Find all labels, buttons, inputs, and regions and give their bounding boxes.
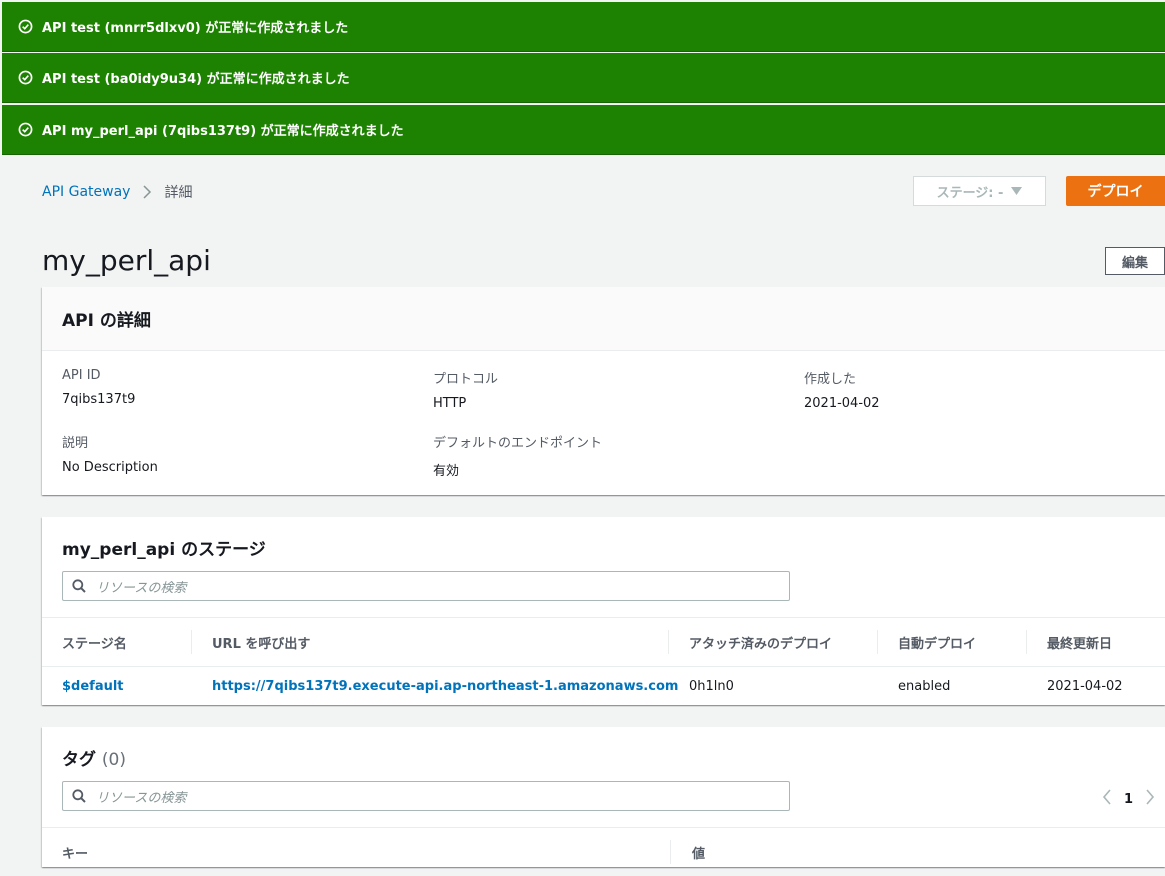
column-attached-deployment[interactable]: アタッチ済みのデプロイ (689, 618, 832, 666)
field-description: 説明 No Description (62, 432, 158, 475)
table-divider (42, 827, 1165, 828)
deploy-button[interactable]: デプロイ (1066, 176, 1165, 206)
search-icon (72, 579, 86, 593)
field-label: プロトコル (433, 372, 499, 387)
column-stage-name[interactable]: ステージ名 (62, 618, 127, 666)
field-default-endpoint: デフォルトのエンドポイント 有効 (433, 432, 602, 479)
flash-success-1: API test (mnrr5dlxv0) が正常に作成されました (2, 2, 1165, 52)
search-icon (72, 789, 86, 803)
search-placeholder: リソースの検索 (96, 580, 187, 596)
page-number[interactable]: 1 (1124, 792, 1133, 807)
stage-name-link[interactable]: $default (62, 679, 124, 694)
table-divider (42, 617, 1165, 618)
pagination: 1 (1102, 789, 1155, 809)
field-value: 7qibs137t9 (62, 392, 136, 407)
last-updated: 2021-04-02 (1047, 678, 1123, 694)
page-title: my_perl_api (42, 244, 211, 277)
invoke-url-link[interactable]: https://7qibs137t9.execute-api.ap-northe… (212, 679, 678, 694)
column-key[interactable]: キー (62, 828, 88, 876)
column-divider (668, 630, 669, 654)
field-label: 説明 (62, 436, 89, 451)
flash-message: API test (ba0idy9u34) が正常に作成されました (42, 72, 350, 87)
breadcrumb: API Gateway 詳細 (42, 182, 192, 202)
field-value: HTTP (433, 396, 467, 411)
api-details-title: API の詳細 (42, 287, 1165, 351)
stages-search-input[interactable]: リソースの検索 (62, 571, 790, 601)
field-created: 作成した 2021-04-02 (804, 368, 880, 411)
chevron-right-icon (142, 185, 152, 199)
flash-message: API test (mnrr5dlxv0) が正常に作成されました (42, 21, 349, 36)
edit-button[interactable]: 編集 (1105, 247, 1165, 275)
field-value: 2021-04-02 (804, 396, 880, 411)
column-value[interactable]: 値 (692, 828, 705, 876)
column-invoke-url[interactable]: URL を呼び出す (212, 618, 310, 666)
field-value: 有効 (433, 464, 460, 479)
field-value: No Description (62, 460, 158, 475)
api-details-panel: API の詳細 API ID 7qibs137t9 プロトコル HTTP 作成し… (42, 287, 1165, 495)
caret-down-icon (1011, 184, 1023, 199)
field-label: 作成した (804, 372, 857, 387)
column-divider (1026, 630, 1027, 654)
field-api-id: API ID 7qibs137t9 (62, 368, 135, 407)
tags-panel: タグ (0) リソースの検索 1 キー 値 (42, 727, 1165, 867)
breadcrumb-current: 詳細 (164, 185, 193, 201)
attached-deployment: 0h1ln0 (689, 678, 734, 694)
check-circle-icon (18, 122, 33, 137)
column-divider (191, 630, 192, 654)
column-last-updated[interactable]: 最終更新日 (1047, 618, 1112, 666)
column-divider (670, 840, 671, 864)
search-placeholder: リソースの検索 (96, 790, 187, 806)
chevron-right-icon[interactable] (1145, 789, 1155, 809)
field-protocol: プロトコル HTTP (433, 368, 498, 411)
field-label: API ID (62, 368, 101, 383)
column-divider (877, 630, 878, 654)
auto-deploy-status: enabled (898, 678, 951, 694)
stage-select-label: ステージ: - (936, 185, 1004, 201)
column-auto-deploy[interactable]: 自動デプロイ (898, 618, 976, 666)
stage-select[interactable]: ステージ: - (913, 176, 1046, 206)
chevron-left-icon[interactable] (1102, 789, 1112, 809)
tags-title: タグ (62, 750, 96, 770)
flash-success-2: API test (ba0idy9u34) が正常に作成されました (2, 53, 1165, 103)
breadcrumb-api-gateway[interactable]: API Gateway (42, 184, 130, 200)
check-circle-icon (18, 70, 33, 85)
tags-count: (0) (101, 750, 127, 770)
flash-message: API my_perl_api (7qibs137t9) が正常に作成されました (42, 124, 404, 139)
tags-search-input[interactable]: リソースの検索 (62, 781, 790, 811)
check-circle-icon (18, 19, 33, 34)
tags-title-wrap: タグ (0) (62, 745, 126, 770)
stages-title: my_perl_api のステージ (62, 540, 266, 560)
field-label: デフォルトのエンドポイント (433, 436, 603, 451)
flash-success-3: API my_perl_api (7qibs137t9) が正常に作成されました (2, 105, 1165, 155)
stages-panel: my_perl_api のステージ リソースの検索 ステージ名 URL を呼び出… (42, 517, 1165, 705)
